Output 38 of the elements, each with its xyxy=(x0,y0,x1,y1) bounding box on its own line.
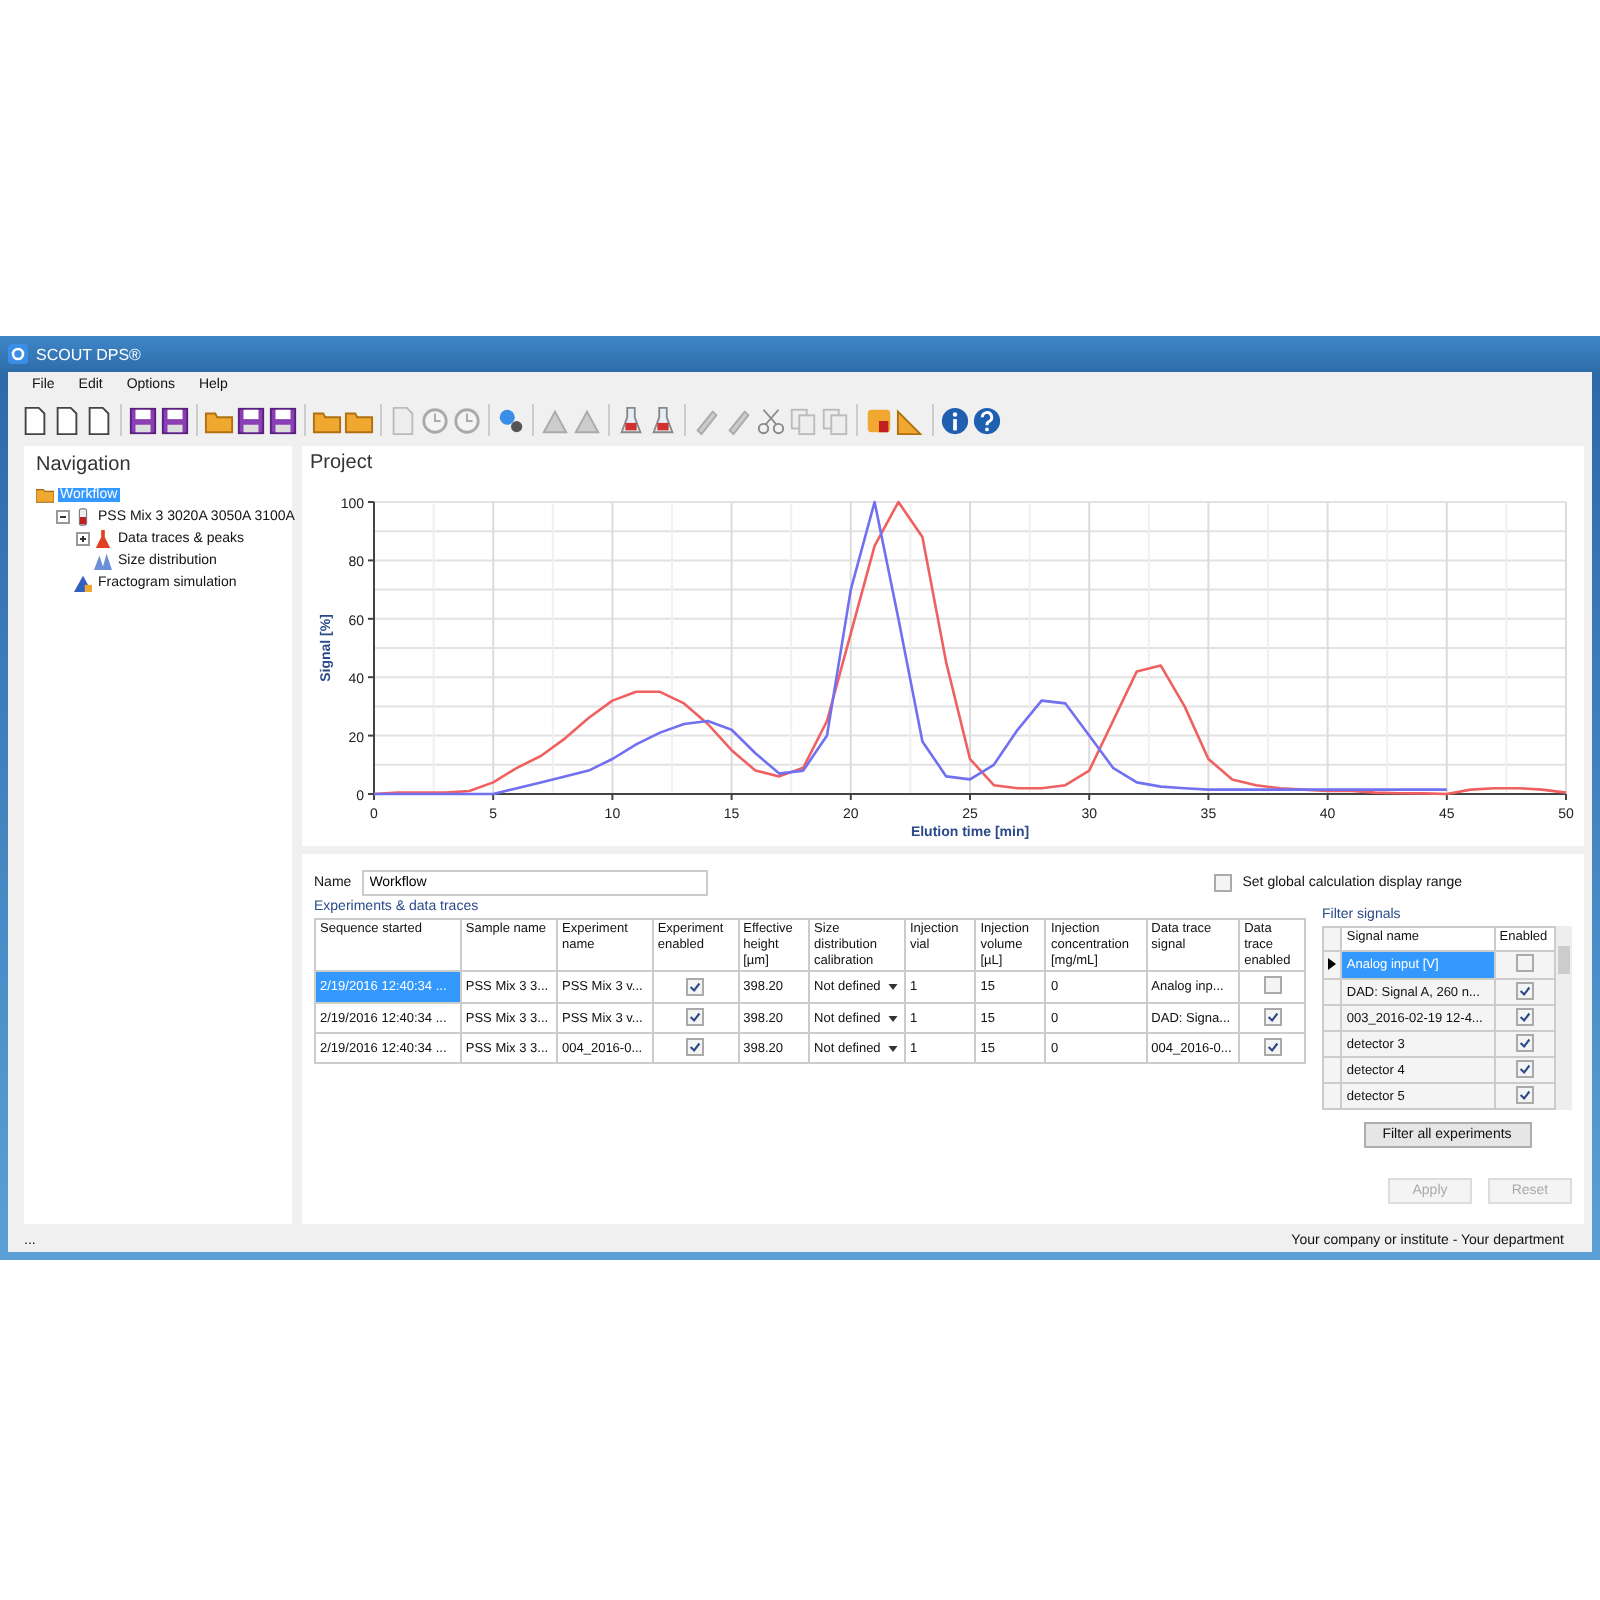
checkbox[interactable] xyxy=(1263,976,1282,995)
document-icon[interactable] xyxy=(20,405,50,435)
checkbox[interactable] xyxy=(686,977,705,996)
dropdown-arrow-icon[interactable] xyxy=(888,1015,899,1022)
flask-icon[interactable] xyxy=(648,405,678,435)
checkbox[interactable] xyxy=(686,1008,705,1027)
checkbox[interactable] xyxy=(1515,1060,1534,1078)
row-pointer-icon xyxy=(1328,957,1337,969)
checkbox[interactable] xyxy=(686,1038,705,1057)
checkbox[interactable] xyxy=(1214,874,1233,892)
checkbox[interactable] xyxy=(1515,1086,1534,1104)
panel-title: Navigation xyxy=(36,454,133,476)
checkbox[interactable] xyxy=(1515,954,1534,972)
vial-icon xyxy=(74,507,92,525)
window-title: SCOUT DPS® xyxy=(36,345,141,363)
document-icon[interactable] xyxy=(52,405,82,435)
flask-icon xyxy=(94,529,112,547)
triangle-icon xyxy=(74,573,92,591)
checkbox[interactable] xyxy=(1263,1038,1282,1057)
checkbox[interactable] xyxy=(1263,1008,1282,1027)
checkbox[interactable] xyxy=(1515,982,1534,1000)
app-icon xyxy=(8,344,28,364)
help-icon[interactable] xyxy=(972,405,1002,435)
scrollbar[interactable] xyxy=(1556,926,1572,1110)
checkbox[interactable] xyxy=(1515,1034,1534,1052)
folder-icon xyxy=(36,485,54,503)
info-icon[interactable] xyxy=(940,405,970,435)
checkbox[interactable] xyxy=(1515,1008,1534,1026)
scissors-icon[interactable] xyxy=(756,405,786,435)
flask-icon[interactable] xyxy=(616,405,646,435)
dropdown-arrow-icon[interactable] xyxy=(888,984,899,991)
distribution-icon xyxy=(94,551,112,569)
document-icon[interactable] xyxy=(84,405,114,435)
ruler-icon[interactable] xyxy=(896,405,926,435)
expander-icon[interactable] xyxy=(76,531,90,545)
panel-title: Project xyxy=(310,452,375,474)
dropdown-arrow-icon[interactable] xyxy=(888,1045,899,1052)
expander-icon[interactable] xyxy=(56,509,70,523)
